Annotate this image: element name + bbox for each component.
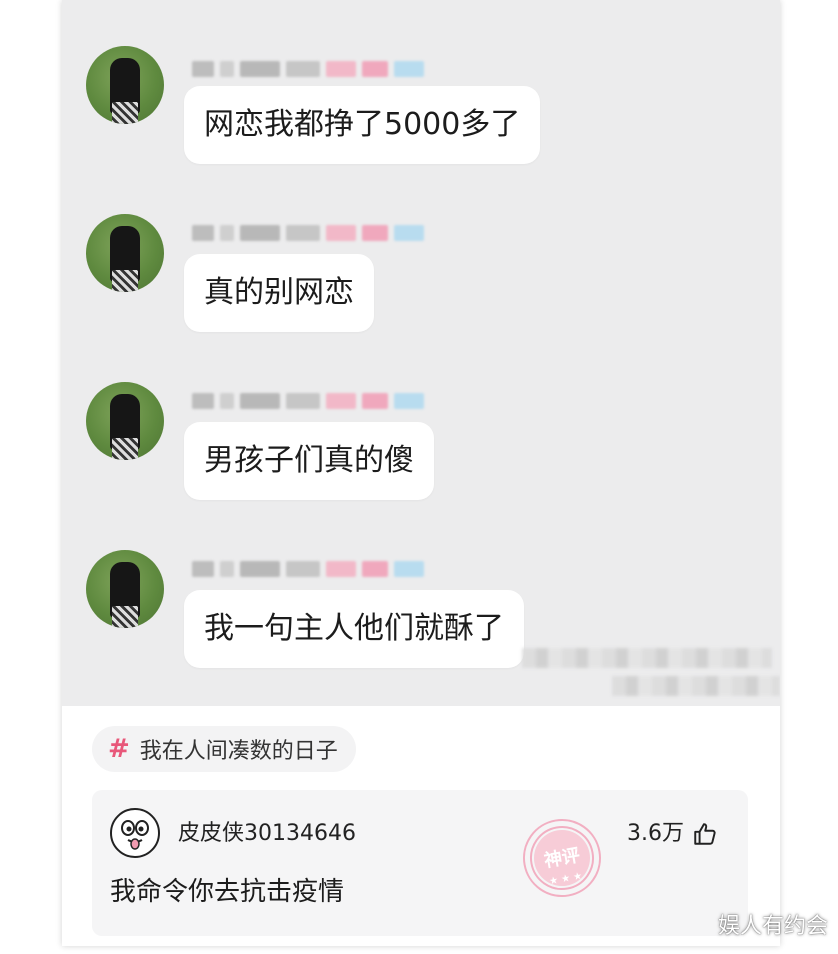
post-frame: 网恋我都挣了5000多了 真的别网恋 男孩子们真的傻 我一句主人他们就酥了 # …	[62, 0, 780, 946]
sender-avatar[interactable]	[86, 214, 164, 292]
sender-name-blurred	[192, 58, 424, 80]
chat-message: 网恋我都挣了5000多了	[62, 40, 780, 190]
blurred-overlay	[612, 676, 780, 696]
commenter-avatar[interactable]	[110, 808, 160, 858]
thumbs-up-icon[interactable]	[692, 821, 718, 847]
hash-icon: #	[108, 734, 130, 764]
blurred-overlay	[522, 648, 772, 668]
meme-face-icon	[121, 820, 149, 850]
topic-label: 我在人间凑数的日子	[139, 739, 338, 764]
sender-name-blurred	[192, 222, 424, 244]
sender-avatar[interactable]	[86, 46, 164, 124]
chat-screenshot: 网恋我都挣了5000多了 真的别网恋 男孩子们真的傻 我一句主人他们就酥了	[62, 0, 780, 706]
commenter-username[interactable]: 皮皮侠30134646	[178, 820, 356, 848]
watermark-text: 娱人有约会	[717, 914, 828, 939]
message-bubble[interactable]: 男孩子们真的傻	[184, 422, 434, 500]
sender-name-blurred	[192, 390, 424, 412]
sender-name-blurred	[192, 558, 424, 580]
sender-avatar[interactable]	[86, 382, 164, 460]
top-comment-card[interactable]: 皮皮侠30134646 神评 ★ ★ ★ 3.6万 我命令你去抗击疫情	[92, 790, 748, 936]
message-bubble[interactable]: 网恋我都挣了5000多了	[184, 86, 541, 164]
topic-tag[interactable]: # 我在人间凑数的日子	[92, 726, 356, 772]
like-count: 3.6万	[627, 821, 684, 846]
sender-avatar[interactable]	[86, 550, 164, 628]
message-bubble[interactable]: 我一句主人他们就酥了	[184, 590, 524, 668]
chat-message: 男孩子们真的傻	[62, 376, 780, 526]
like-count-group[interactable]: 3.6万	[627, 820, 718, 848]
message-bubble[interactable]: 真的别网恋	[184, 254, 374, 332]
comment-text: 我命令你去抗击疫情	[110, 877, 345, 907]
top-comment-stamp-icon: 神评 ★ ★ ★	[523, 819, 601, 897]
chat-message: 真的别网恋	[62, 208, 780, 358]
chat-message: 我一句主人他们就酥了	[62, 544, 780, 694]
